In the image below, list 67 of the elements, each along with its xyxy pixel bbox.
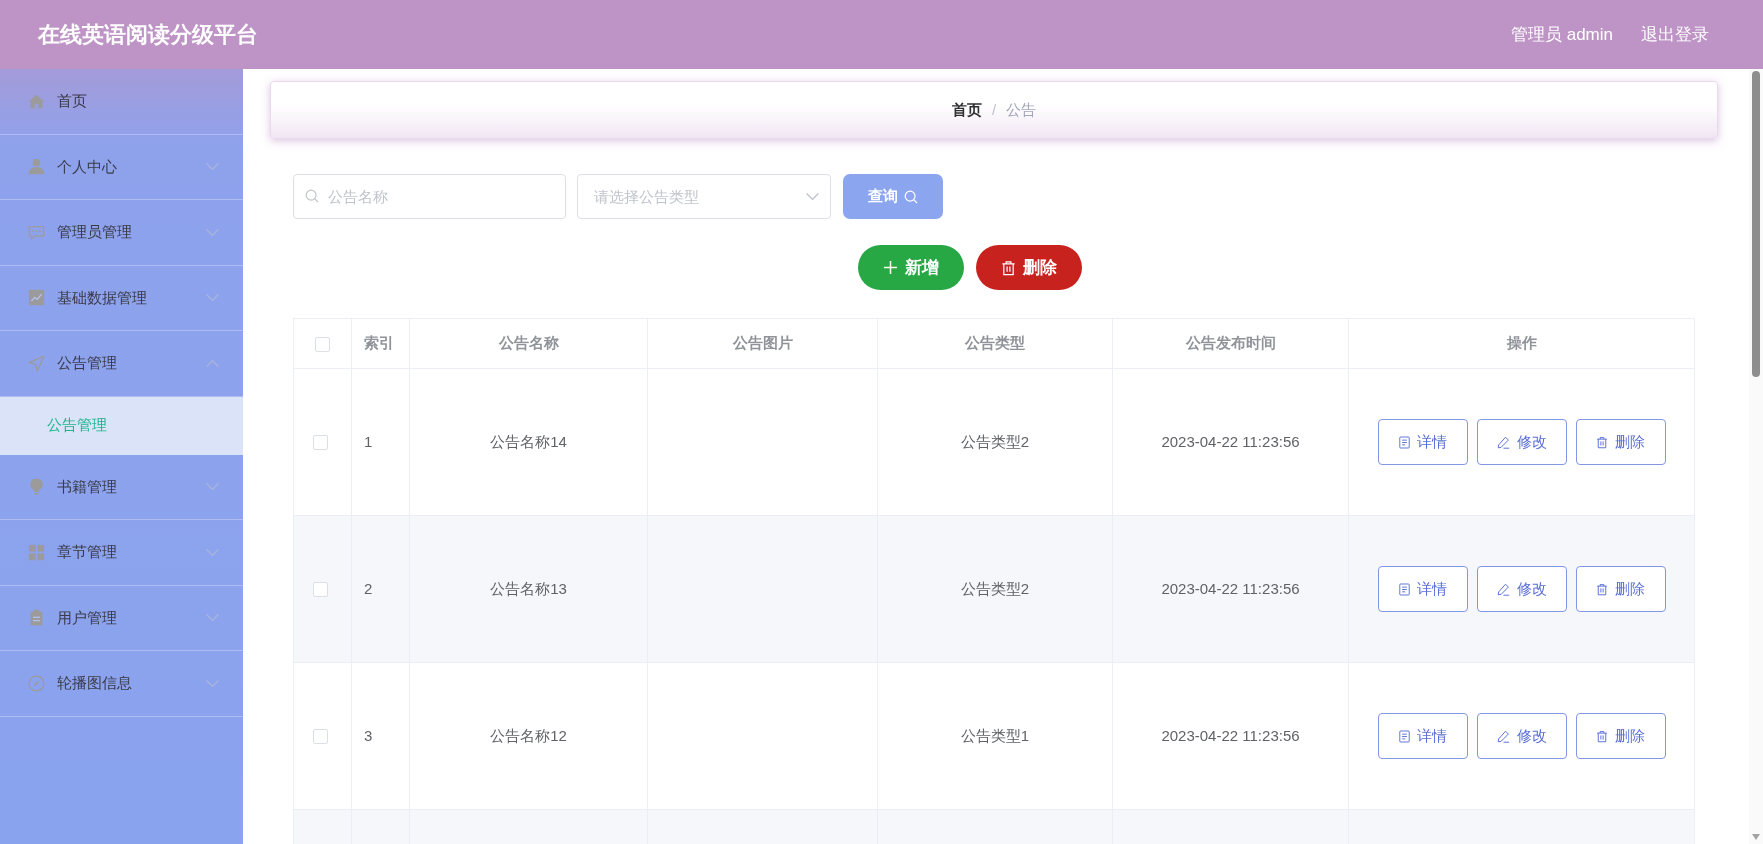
column-header: 公告图片 bbox=[732, 334, 793, 352]
chat-bubble-icon bbox=[28, 223, 45, 241]
checkbox[interactable] bbox=[312, 435, 328, 451]
chevron-down-icon bbox=[806, 193, 819, 200]
edit-button[interactable]: 修改 bbox=[1476, 566, 1567, 612]
table-cell: 公告类型2 bbox=[960, 579, 1030, 597]
column-header: 索引 bbox=[364, 334, 394, 352]
plus-icon bbox=[883, 260, 898, 275]
column-header: 公告名称 bbox=[498, 334, 559, 352]
checkbox[interactable] bbox=[315, 336, 330, 352]
pencil-icon bbox=[1496, 435, 1510, 449]
pencil-icon bbox=[1496, 729, 1510, 743]
user-icon bbox=[28, 158, 45, 176]
delete-button[interactable]: 删除 bbox=[976, 245, 1082, 290]
lightbulb-icon bbox=[28, 478, 45, 496]
breadcrumb-separator: / bbox=[991, 99, 997, 120]
paper-plane-icon bbox=[28, 354, 45, 372]
checkbox[interactable] bbox=[312, 729, 328, 745]
table-cell: 2023-04-22 11:23:56 bbox=[1161, 432, 1300, 450]
search-icon bbox=[904, 189, 918, 204]
search-icon bbox=[305, 189, 319, 203]
scrollbar-thumb[interactable] bbox=[1752, 71, 1760, 377]
grid-icon bbox=[28, 543, 45, 561]
table-cell: 公告类型2 bbox=[960, 432, 1030, 450]
pencil-icon bbox=[1496, 582, 1510, 596]
delete-button[interactable]: 删除 bbox=[1575, 419, 1666, 465]
document-icon bbox=[1398, 729, 1410, 743]
column-header: 公告类型 bbox=[965, 334, 1025, 352]
detail-button[interactable]: 详情 bbox=[1377, 419, 1468, 465]
table-cell: 3 bbox=[364, 726, 373, 744]
table-cell: 公告名称12 bbox=[490, 726, 567, 744]
delete-button[interactable]: 删除 bbox=[1575, 566, 1666, 612]
select-field[interactable]: 请选择公告类型 bbox=[577, 174, 831, 219]
user-label: 管理员 admin bbox=[1510, 23, 1613, 46]
delete-button[interactable]: 删除 bbox=[1575, 713, 1666, 759]
checkbox[interactable] bbox=[312, 582, 328, 598]
edit-button[interactable]: 修改 bbox=[1476, 713, 1567, 759]
breadcrumb-current: 公告 bbox=[1006, 99, 1037, 120]
search-field[interactable]: 公告名称 bbox=[293, 174, 566, 219]
logout-link[interactable]: 退出登录 bbox=[1641, 21, 1709, 48]
query-button[interactable]: 查询 bbox=[843, 174, 943, 219]
trash-icon bbox=[1596, 729, 1608, 743]
scroll-down-arrow-icon[interactable] bbox=[1752, 834, 1760, 840]
table-cell: 公告名称13 bbox=[490, 579, 567, 597]
trash-icon bbox=[1596, 582, 1608, 596]
document-icon bbox=[1398, 435, 1410, 449]
table-cell: 2 bbox=[364, 579, 373, 597]
app-title: 在线英语阅读分级平台 bbox=[38, 21, 258, 49]
clipboard-icon bbox=[28, 609, 45, 627]
column-header: 操作 bbox=[1506, 334, 1537, 352]
detail-button[interactable]: 详情 bbox=[1377, 566, 1468, 612]
table-cell: 2023-04-22 11:23:56 bbox=[1161, 726, 1300, 744]
detail-button[interactable]: 详情 bbox=[1377, 713, 1468, 759]
add-button[interactable]: 新增 bbox=[858, 245, 964, 290]
document-icon bbox=[1398, 582, 1410, 596]
table-cell: 公告类型1 bbox=[960, 726, 1030, 744]
edit-button[interactable]: 修改 bbox=[1476, 419, 1567, 465]
column-header: 公告发布时间 bbox=[1185, 334, 1276, 352]
table-cell: 公告名称14 bbox=[490, 432, 567, 450]
breadcrumb-link[interactable]: 首页 bbox=[951, 98, 982, 122]
trash-icon bbox=[1596, 435, 1608, 449]
chart-icon bbox=[28, 289, 45, 307]
home-icon bbox=[28, 92, 45, 110]
table-cell: 1 bbox=[364, 432, 373, 450]
table-cell: 2023-04-22 11:23:56 bbox=[1161, 579, 1300, 597]
compass-icon bbox=[28, 674, 45, 692]
trash-icon bbox=[1001, 259, 1016, 276]
